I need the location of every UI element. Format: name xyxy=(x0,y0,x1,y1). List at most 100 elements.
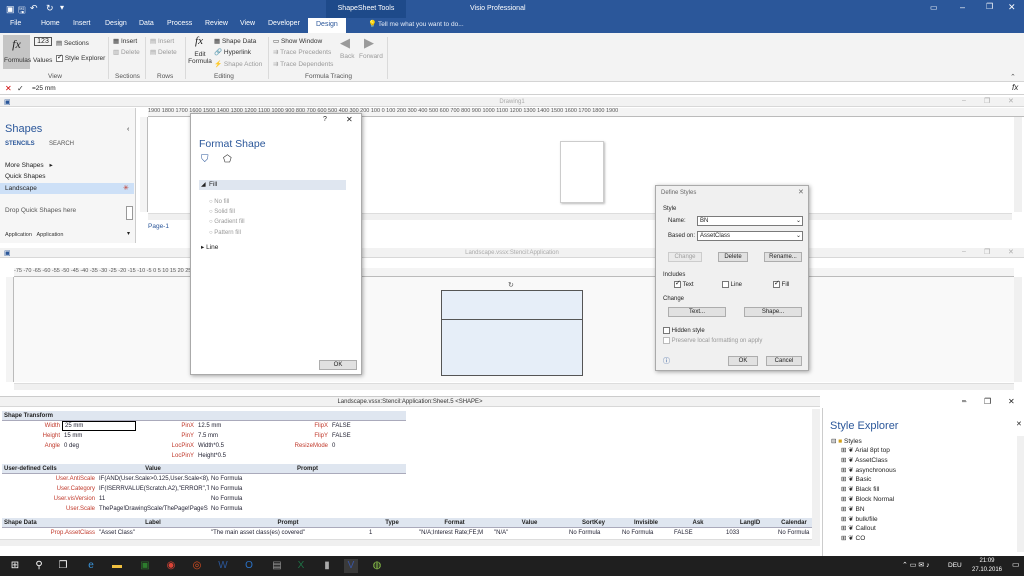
preserve-checkbox[interactable] xyxy=(663,337,670,344)
fx-icon[interactable]: fx xyxy=(1012,83,1018,92)
cell-value[interactable]: Height*0.5 xyxy=(196,451,270,461)
pattern-fill-option[interactable]: ○ Pattern fill xyxy=(209,228,245,238)
enter-icon[interactable]: ✓ xyxy=(17,84,24,93)
horizontal-scrollbar[interactable] xyxy=(14,383,1014,390)
app-icon[interactable]: ▣ xyxy=(6,4,15,15)
store-icon[interactable]: ▣ xyxy=(138,559,152,573)
show-window-button[interactable]: ▭ Show Window xyxy=(273,37,322,45)
cell-value[interactable]: 11 xyxy=(97,494,209,504)
style-item[interactable]: ⊞ ❦ Block Normal xyxy=(841,495,896,505)
drawing-page[interactable] xyxy=(560,141,604,203)
qat-dropdown-icon[interactable]: ▾ xyxy=(60,3,64,12)
ok-button[interactable]: OK xyxy=(319,360,357,370)
cell-value[interactable]: FALSE xyxy=(330,421,404,431)
cell-value[interactable]: "Asset Class" xyxy=(97,528,209,538)
radio-icon[interactable]: ○ xyxy=(209,219,213,225)
tab-shapesheet-design[interactable]: Design xyxy=(308,18,346,33)
cell-value[interactable]: IF(AND(User.Scale>0.125,User.Scale<8), xyxy=(97,474,209,484)
shape-data-button[interactable]: ▦ Shape Data xyxy=(214,37,256,45)
cell-value[interactable]: ThePage!DrawingScale/ThePage!PageS xyxy=(97,504,209,514)
cell-value[interactable]: IF(ISERRVALUE(Scratch.A2),"ERROR",TI xyxy=(97,484,209,494)
preserve-formatting-toggle[interactable]: Preserve local formatting on apply xyxy=(663,337,762,344)
delete-row-button[interactable]: ▤ Delete xyxy=(150,48,177,56)
delete-button[interactable]: Delete xyxy=(718,252,748,262)
language-indicator[interactable]: DEU xyxy=(948,562,962,569)
help-icon[interactable]: ⓘ xyxy=(663,356,670,366)
cell-value[interactable]: Width*0.5 xyxy=(196,441,270,451)
tab-stencils[interactable]: STENCILS xyxy=(5,141,35,147)
stencil-close-icon[interactable]: ✕ xyxy=(1008,248,1014,256)
clock-date[interactable]: 27.10.2016 xyxy=(965,567,1009,573)
app-icon[interactable]: ◍ xyxy=(370,559,384,573)
radio-icon[interactable]: ○ xyxy=(209,199,213,205)
hidden-style-checkbox[interactable] xyxy=(663,327,670,334)
cell-name[interactable]: User.visVersion xyxy=(2,494,97,504)
edit-stencil-icon[interactable]: ✳ xyxy=(123,184,129,192)
insert-section-button[interactable]: ▦ Insert xyxy=(113,37,137,45)
cell-name[interactable]: PinX xyxy=(136,421,196,431)
notifications-icon[interactable]: ▭ xyxy=(1012,560,1020,569)
back-arrow-icon[interactable]: ◀ xyxy=(340,35,350,51)
forward-arrow-icon[interactable]: ▶ xyxy=(364,35,374,51)
collapse-ribbon-icon[interactable]: ⌃ xyxy=(1010,73,1016,81)
insert-row-button[interactable]: ▤ Insert xyxy=(150,37,174,45)
formula-input[interactable]: =25 mm xyxy=(32,85,56,92)
calculator-icon[interactable]: ▤ xyxy=(270,559,284,573)
radio-icon[interactable]: ○ xyxy=(209,209,213,215)
shape-data-header[interactable]: Shape Data xyxy=(2,518,97,528)
tell-me-input[interactable]: Tell me what you want to do... xyxy=(378,21,464,28)
cell-prompt[interactable]: No Formula xyxy=(209,504,406,514)
cell-value[interactable]: FALSE xyxy=(672,528,724,538)
stencil-minimize-icon[interactable]: – xyxy=(962,248,966,255)
cell-value[interactable]: "N/A" xyxy=(492,528,567,538)
trace-precedents-button[interactable]: ⇉ Trace Precedents xyxy=(273,48,331,56)
hyperlink-button[interactable]: 🔗 Hyperlink xyxy=(214,48,251,56)
tab-view[interactable]: View xyxy=(240,20,255,27)
cell-value[interactable]: 1033 xyxy=(724,528,776,538)
include-line-toggle[interactable]: Line xyxy=(722,281,742,288)
stencil-restore-icon[interactable]: ❐ xyxy=(984,248,990,256)
search-icon[interactable]: ⚲ xyxy=(32,559,46,573)
cell-value[interactable]: 15 mm xyxy=(62,431,136,441)
gradient-fill-option[interactable]: ○ Gradient fill xyxy=(209,217,245,227)
edit-formula-button[interactable]: fx Edit Formula xyxy=(188,35,212,71)
drawing1-restore-icon[interactable]: ❐ xyxy=(984,97,990,105)
sections-button[interactable]: ▤ Sections xyxy=(56,39,89,47)
tab-search[interactable]: SEARCH xyxy=(49,141,74,147)
pentagon-icon[interactable]: ⬠ xyxy=(223,154,232,165)
close-icon[interactable]: ✕ xyxy=(1016,420,1022,428)
horizontal-scrollbar[interactable] xyxy=(0,539,812,546)
cell-name[interactable]: Angle xyxy=(2,441,62,451)
shapesheet-restore-icon[interactable]: ❐ xyxy=(984,397,991,406)
chrome-icon[interactable]: ◉ xyxy=(164,559,178,573)
formulas-button[interactable]: fx Formulas xyxy=(3,35,31,69)
tab-file[interactable]: File xyxy=(10,20,21,27)
scroll-down-icon[interactable]: ▾ xyxy=(127,230,130,237)
tab-home[interactable]: Home xyxy=(41,20,60,27)
shape-button[interactable]: Shape... xyxy=(744,307,802,317)
tab-data[interactable]: Data xyxy=(139,20,154,27)
cell-name[interactable]: User.Category xyxy=(2,484,97,494)
cancel-button[interactable]: Cancel xyxy=(766,356,802,366)
include-text-toggle[interactable]: Text xyxy=(674,279,694,288)
cell-name[interactable]: FlipX xyxy=(270,421,330,431)
cell-name[interactable]: Width xyxy=(2,421,62,431)
values-button[interactable]: 123 Values xyxy=(32,35,54,69)
style-item[interactable]: ⊞ ❦ Black fill xyxy=(841,485,896,495)
text-button[interactable]: Text... xyxy=(668,307,726,317)
ok-button[interactable]: OK xyxy=(728,356,758,366)
include-fill-toggle[interactable]: Fill xyxy=(773,279,789,288)
page-tab[interactable]: Page-1 xyxy=(148,223,169,233)
style-item[interactable]: ⊞ ❦ Basic xyxy=(841,475,896,485)
landscape-stencil-item[interactable]: Landscape ✳ xyxy=(0,183,134,194)
cell-name[interactable]: User.AntiScale xyxy=(2,474,97,484)
cell-value[interactable]: "The main asset class(es) covered" xyxy=(209,528,367,538)
based-on-combobox[interactable]: AssetClass ⌄ xyxy=(697,231,803,241)
task-view-icon[interactable]: ❐ xyxy=(56,559,70,573)
delete-section-button[interactable]: ▥ Delete xyxy=(113,48,140,56)
visio-icon[interactable]: V xyxy=(344,559,358,573)
style-item[interactable]: ⊞ ❦ CO xyxy=(841,534,896,544)
shapesheet-minimize-icon[interactable]: – xyxy=(962,397,966,406)
text-checkbox[interactable] xyxy=(674,279,681,288)
word-icon[interactable]: W xyxy=(216,559,230,573)
